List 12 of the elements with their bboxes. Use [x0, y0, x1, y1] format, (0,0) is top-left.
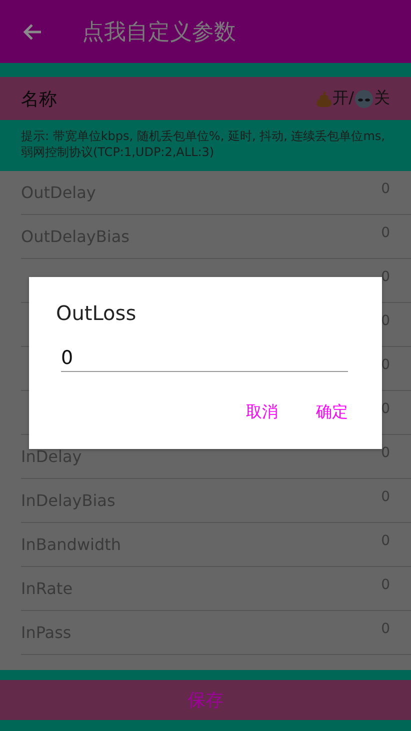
back-arrow-icon — [22, 22, 42, 40]
dialog-button[interactable]: 确定 — [316, 402, 348, 423]
name-column-label: 名称 — [21, 88, 58, 110]
dialog-button[interactable]: 取消 — [246, 402, 278, 423]
hint-text: 提示: 带宽单位kbps, 随机丢包单位%, 延时, 抖动, 连续丢包单位ms, 弱网控制协议(TCP:1,UDP:2,ALL:3) — [0, 120, 411, 171]
value-input[interactable]: 0 — [61, 347, 348, 372]
on-label: 开/ — [332, 88, 354, 109]
dialog-title: OutLoss — [56, 301, 138, 325]
off-label: 关 — [374, 88, 390, 109]
poo-icon — [314, 90, 333, 108]
page-title: 点我自定义参数 — [82, 18, 236, 46]
alien-icon — [354, 88, 374, 108]
